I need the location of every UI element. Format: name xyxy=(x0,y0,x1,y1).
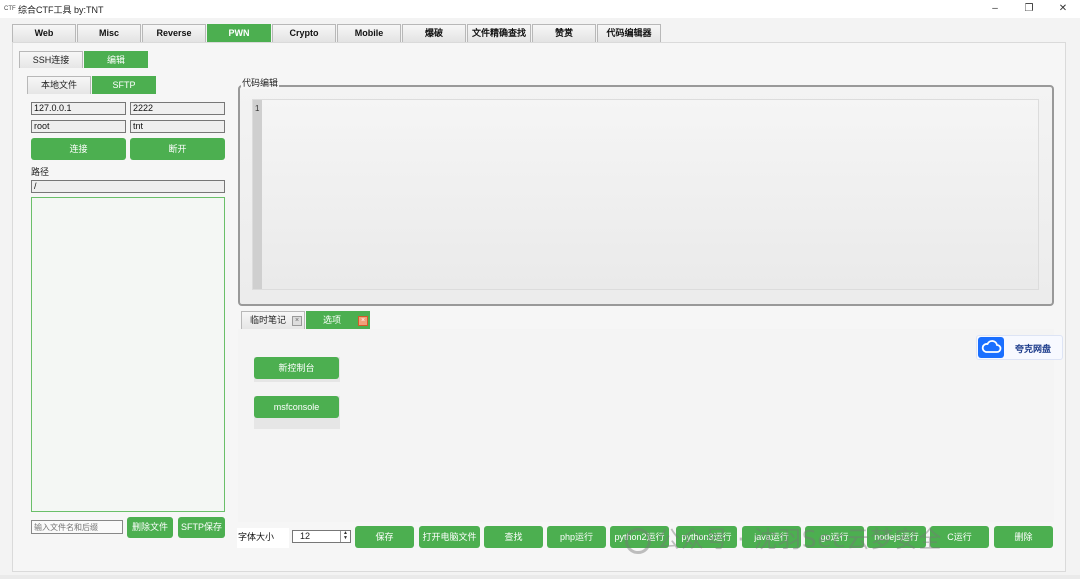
watermark-text: 公众号 · 沈羽Sec云梦安全 xyxy=(657,527,943,553)
tab-bruteforce[interactable]: 爆破 xyxy=(402,24,466,42)
spinner-arrows-icon[interactable]: ▲ ▼ xyxy=(340,531,350,542)
tab-code-editor[interactable]: 代码编辑器 xyxy=(597,24,661,42)
disconnect-button[interactable]: 断开 xyxy=(130,138,225,160)
close-icon[interactable]: ✕ xyxy=(1046,0,1080,18)
sub-tab-bar: SSH连接 编辑 xyxy=(19,51,149,68)
font-size-label: 字体大小 xyxy=(237,528,289,548)
delete-file-button[interactable]: 删除文件 xyxy=(127,517,173,538)
code-editor-textarea[interactable]: 1 xyxy=(252,99,1039,290)
tab-local-files[interactable]: 本地文件 xyxy=(27,76,91,94)
new-console-button[interactable]: 新控制台 xyxy=(254,357,339,379)
app-icon: CTF xyxy=(4,6,16,12)
wechat-icon xyxy=(625,527,651,554)
bottom-tab-bar: 临时笔记 × 选项 × xyxy=(241,311,371,329)
delete-button[interactable]: 删除 xyxy=(994,526,1053,548)
line-number: 1 xyxy=(255,104,260,113)
line-number-gutter xyxy=(253,100,262,289)
title-bar: CTF 综合CTF工具 by:TNT – ❐ ✕ xyxy=(0,0,1080,18)
tab-ssh-connect[interactable]: SSH连接 xyxy=(19,51,83,68)
host-field[interactable]: 127.0.0.1 xyxy=(31,102,126,115)
close-icon[interactable]: × xyxy=(358,316,368,326)
options-panel xyxy=(238,329,1054,522)
tab-reverse[interactable]: Reverse xyxy=(142,24,206,42)
window-controls: – ❐ ✕ xyxy=(978,0,1080,18)
tab-pwn[interactable]: PWN xyxy=(207,24,271,42)
quark-drive-badge[interactable]: 夸克网盘 xyxy=(976,335,1063,360)
tab-options[interactable]: 选项 × xyxy=(306,311,370,329)
window-title: 综合CTF工具 by:TNT xyxy=(18,4,104,15)
tab-edit[interactable]: 编辑 xyxy=(84,51,148,68)
filename-input[interactable] xyxy=(31,520,123,534)
password-field[interactable]: tnt xyxy=(130,120,225,133)
code-edit-label: 代码编辑 xyxy=(241,76,280,89)
find-button[interactable]: 查找 xyxy=(484,526,543,548)
path-label: 路径 xyxy=(31,167,50,177)
port-field[interactable]: 2222 xyxy=(130,102,225,115)
tab-temp-notes[interactable]: 临时笔记 × xyxy=(241,311,305,329)
tab-temp-notes-label: 临时笔记 xyxy=(250,315,287,325)
remote-file-list[interactable] xyxy=(31,197,225,512)
minimize-icon[interactable]: – xyxy=(978,0,1012,18)
tab-web[interactable]: Web xyxy=(12,24,76,42)
tab-mobile[interactable]: Mobile xyxy=(337,24,401,42)
tab-misc[interactable]: Misc xyxy=(77,24,141,42)
tab-donate[interactable]: 赞赏 xyxy=(532,24,596,42)
watermark: 公众号 · 沈羽Sec云梦安全 xyxy=(625,520,942,554)
restore-icon[interactable]: ❐ xyxy=(1012,0,1046,18)
left-panel-tabs: 本地文件 SFTP xyxy=(27,76,157,94)
font-size-value: 12 xyxy=(300,531,311,541)
php-run-button[interactable]: php运行 xyxy=(547,526,606,548)
connect-button[interactable]: 连接 xyxy=(31,138,126,160)
close-icon[interactable]: × xyxy=(292,316,302,326)
open-file-button[interactable]: 打开电脑文件 xyxy=(419,526,480,548)
tab-sftp[interactable]: SFTP xyxy=(92,76,156,94)
username-field[interactable]: root xyxy=(31,120,126,133)
sftp-save-button[interactable]: SFTP保存 xyxy=(178,517,225,538)
quark-drive-label: 夸克网盘 xyxy=(1015,344,1052,354)
main-tab-bar: Web Misc Reverse PWN Crypto Mobile 爆破 文件… xyxy=(12,24,662,42)
tab-file-search[interactable]: 文件精确查找 xyxy=(467,24,531,42)
save-button[interactable]: 保存 xyxy=(355,526,414,548)
tab-crypto[interactable]: Crypto xyxy=(272,24,336,42)
font-size-spinner[interactable]: 12 ▲ ▼ xyxy=(292,530,351,543)
cloud-icon xyxy=(978,337,1004,358)
status-bar xyxy=(0,575,1080,579)
tab-options-label: 选项 xyxy=(323,315,342,325)
msfconsole-button[interactable]: msfconsole xyxy=(254,396,339,418)
path-field[interactable]: / xyxy=(31,180,225,193)
